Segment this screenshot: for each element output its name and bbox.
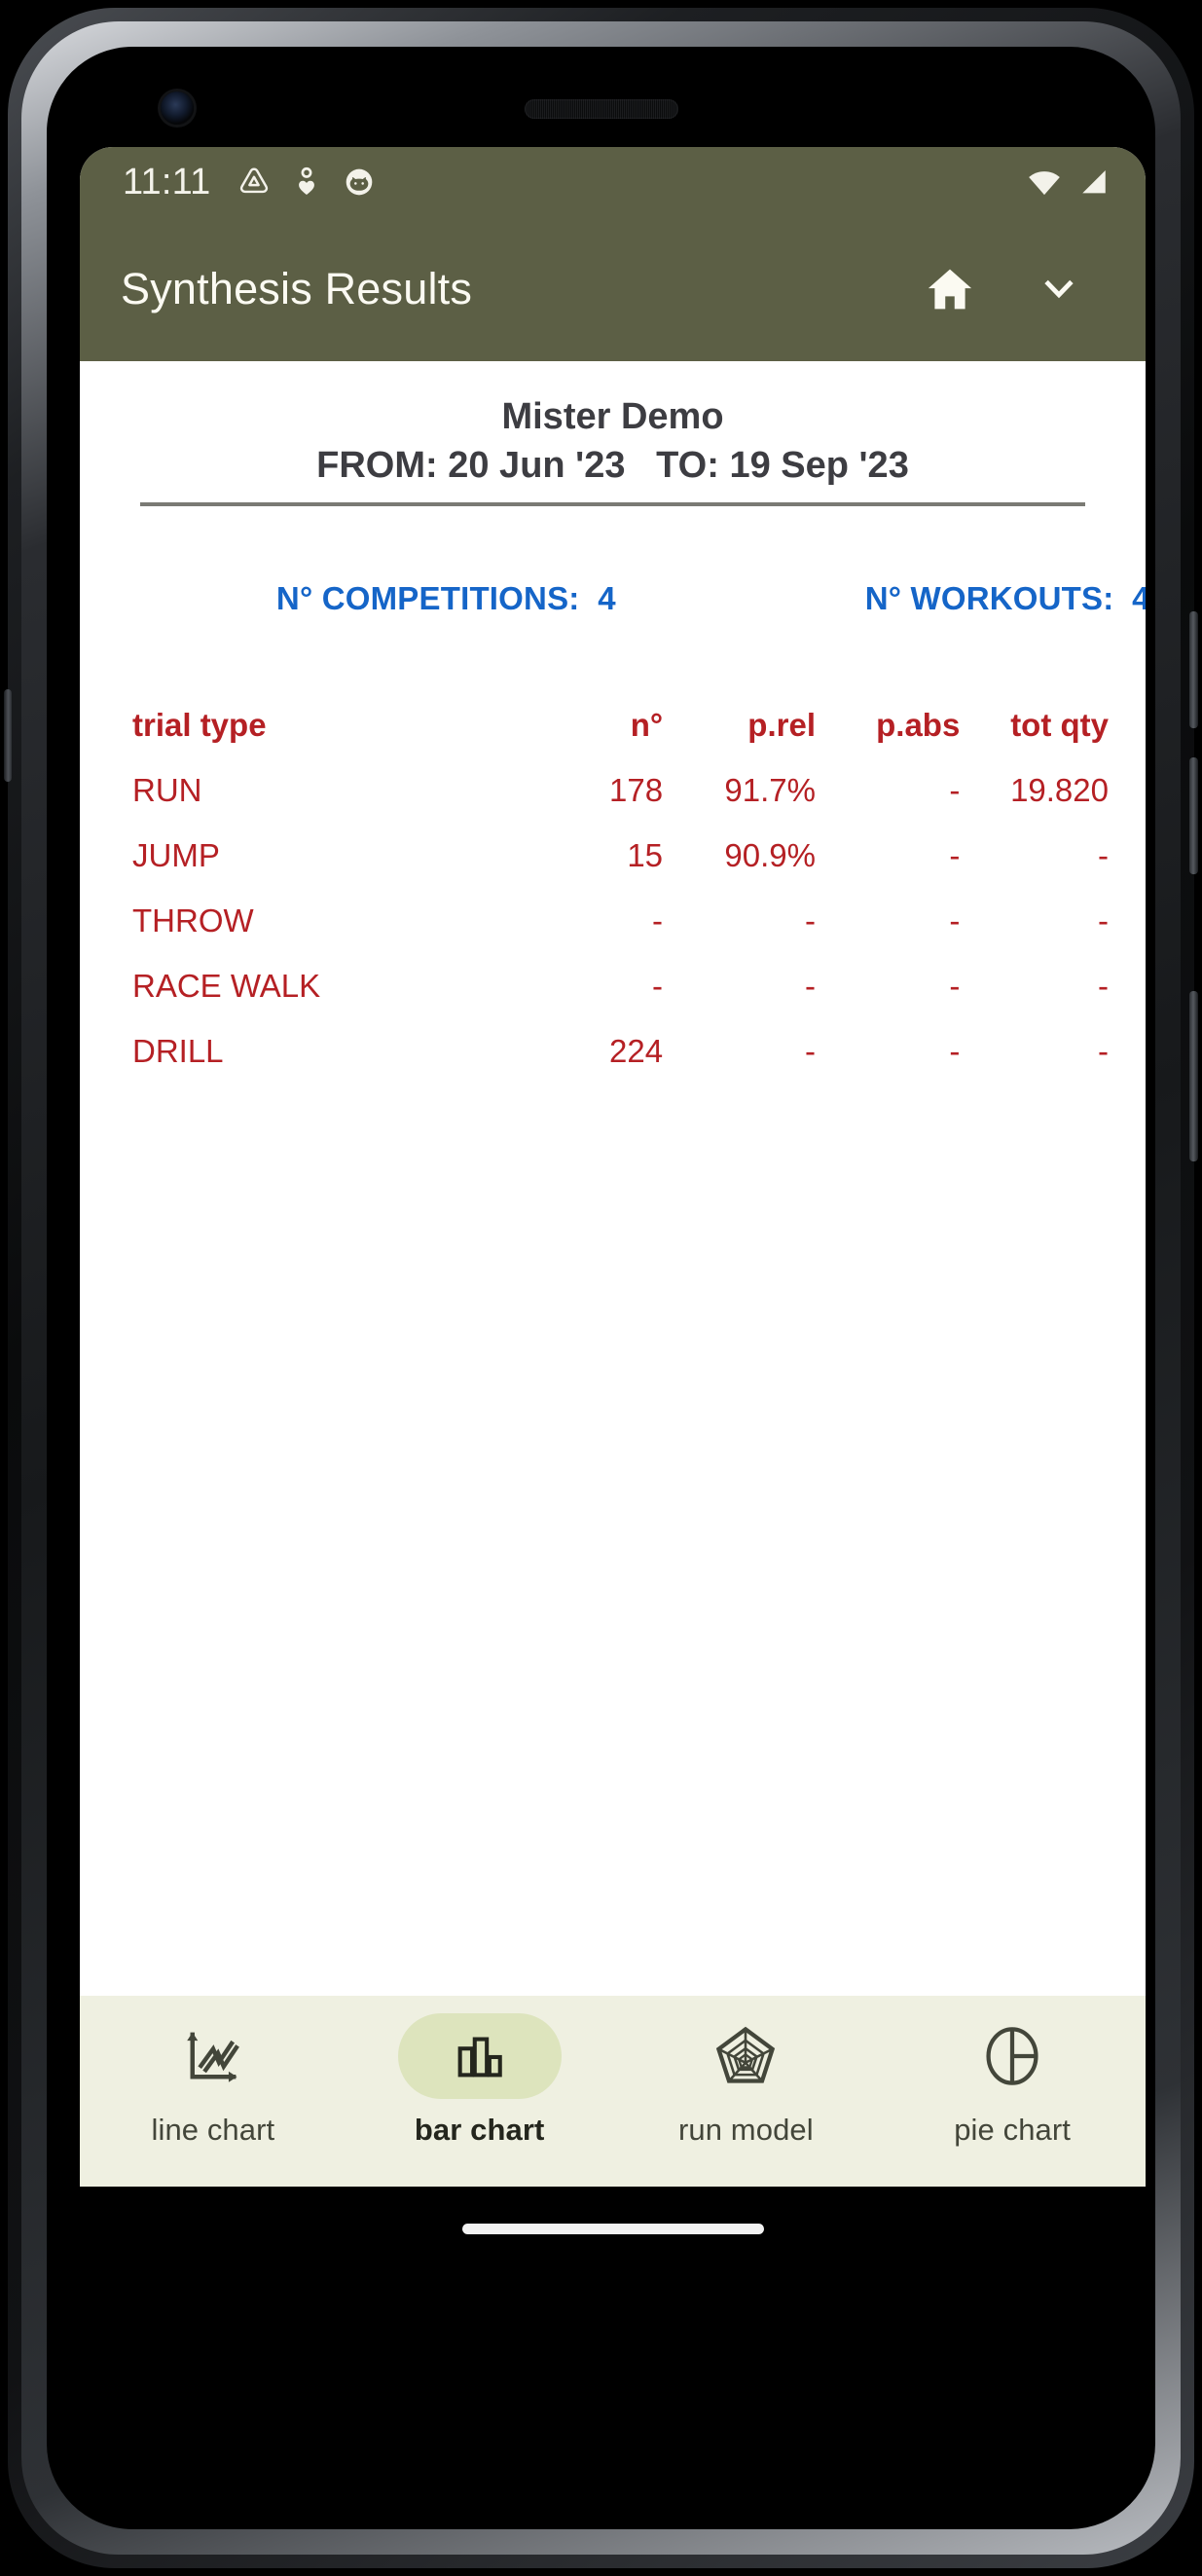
workouts-counter-value: 49 [1132,579,1146,616]
nav-item-bar-chart[interactable]: bar chart [346,2013,613,2148]
cell-trial-type: DRILL [132,1033,224,1070]
cell-n: - [652,902,664,939]
assistant-button[interactable] [4,689,12,782]
page-title: Synthesis Results [121,264,473,313]
column-header-p-abs: p.abs [876,707,961,744]
table-row[interactable]: RACE WALK - - - - [111,954,1114,1019]
volume-down-button[interactable] [1189,757,1198,874]
cell-trial-type: RUN [132,772,202,809]
cell-trial-type: JUMP [132,837,220,874]
table-row[interactable]: JUMP 15 90.9% - - [111,824,1114,889]
competitions-counter-label: N° COMPETITIONS: [275,579,580,616]
system-gesture-area [80,2187,1146,2270]
table-header: trial type n° p.rel p.abs tot qty [111,693,1114,758]
nav-label-bar-chart: bar chart [414,2113,545,2147]
volume-up-button[interactable] [1189,611,1198,728]
table-header-row: trial type n° p.rel p.abs tot qty [111,693,1114,758]
cell-p-abs: - [949,772,961,809]
nav-icon-pill-run-model [664,2013,827,2099]
status-bar-system-icons [1025,166,1111,198]
status-bar: 11:11 [80,147,1146,217]
column-header-p-rel: p.rel [747,707,816,744]
home-gesture-bar[interactable] [461,2223,764,2234]
date-range: FROM: 20 Jun '23 TO: 19 Sep '23 [316,445,909,487]
power-button[interactable] [1189,991,1198,1161]
status-bar-notification-icons [237,166,376,199]
radar-chart-icon [716,2026,776,2083]
app-bar: Synthesis Results [80,217,1146,361]
nav-label-run-model: run model [677,2113,814,2147]
cell-p-abs: - [949,902,961,939]
table-row[interactable]: DRILL 224 - - - [111,1019,1114,1085]
cell-n: 224 [608,1033,664,1070]
table-body: RUN 178 91.7% - 19.820 JUMP 15 90.9% - -… [111,758,1114,1085]
app-bar-actions [920,259,1107,319]
cell-tot-qty: - [1098,902,1109,939]
cell-p-rel: - [805,902,816,939]
column-header-n: n° [630,707,664,744]
column-header-trial-type: trial type [132,707,267,744]
cell-p-rel: - [805,1033,816,1070]
cell-trial-type: THROW [132,902,254,939]
cell-p-rel: 90.9% [724,837,816,874]
nav-icon-pill-bar-chart [397,2013,562,2099]
face-circle-icon [346,168,373,196]
subject-header: Mister Demo FROM: 20 Jun '23 TO: 19 Sep … [111,388,1114,489]
bottom-navigation-bar: line chart bar chart run model pie chart [80,1996,1146,2187]
nav-label-line-chart: line chart [151,2113,275,2147]
trial-type-table: trial type n° p.rel p.abs tot qty RUN 17… [111,693,1114,1085]
nav-icon-pill-line-chart [131,2013,295,2099]
wifi-icon [1029,171,1060,196]
cell-tot-qty: - [1098,837,1109,874]
header-divider [140,501,1085,506]
cell-n: 178 [608,772,664,809]
cell-n: - [652,968,664,1005]
device-metal-band: 11:11 Synthesis Results Mister Demo FROM… [21,21,1181,2555]
workouts-counter-label: N° WORKOUTS: [864,579,1114,616]
nav-item-line-chart[interactable]: line chart [80,2013,346,2148]
front-camera-icon [161,92,194,125]
cell-tot-qty: - [1098,1033,1109,1070]
bar-chart-icon [457,2037,502,2078]
cell-p-rel: - [805,968,816,1005]
cellular-signal-icon [1082,169,1106,194]
cell-p-abs: - [949,837,961,874]
summary-counters: N° COMPETITIONS: 4 N° WORKOUTS: 49 [111,543,1146,654]
cell-p-rel: 91.7% [724,772,816,809]
competitions-counter: N° COMPETITIONS: 4 [130,543,616,654]
triangle-alert-icon [240,167,269,194]
cell-trial-type: RACE WALK [132,968,321,1005]
nav-label-pie-chart: pie chart [954,2113,1072,2147]
main-content: Mister Demo FROM: 20 Jun '23 TO: 19 Sep … [80,361,1146,1996]
table-row[interactable]: RUN 178 91.7% - 19.820 [111,758,1114,824]
cell-tot-qty: 19.820 [1010,772,1109,809]
athlete-name: Mister Demo [501,396,724,437]
cell-tot-qty: - [1098,968,1109,1005]
line-chart-icon [187,2032,239,2082]
phone-device-frame: 11:11 Synthesis Results Mister Demo FROM… [4,8,1198,2568]
app-viewport: 11:11 Synthesis Results Mister Demo FROM… [47,147,1146,2187]
home-icon [928,269,972,310]
status-bar-clock: 11:11 [123,161,211,202]
chevron-down-icon [1044,279,1074,299]
table-row[interactable]: THROW - - - - [111,889,1114,954]
pie-chart-icon [986,2027,1038,2085]
nav-item-run-model[interactable]: run model [613,2013,880,2148]
home-button[interactable] [920,259,980,319]
competitions-counter-value: 4 [598,579,616,616]
device-screen: 11:11 Synthesis Results Mister Demo FROM… [47,47,1155,2529]
workouts-counter: N° WORKOUTS: 49 [719,543,1146,654]
cell-p-abs: - [949,1033,961,1070]
cell-p-abs: - [949,968,961,1005]
nav-icon-pill-pie-chart [930,2013,1094,2099]
nav-item-pie-chart[interactable]: pie chart [879,2013,1146,2148]
column-header-tot-qty: tot qty [1010,707,1109,744]
earpiece-speaker [524,99,678,119]
cell-n: 15 [627,837,664,874]
person-heart-icon [299,166,315,196]
overflow-expand-button[interactable] [1029,259,1089,319]
